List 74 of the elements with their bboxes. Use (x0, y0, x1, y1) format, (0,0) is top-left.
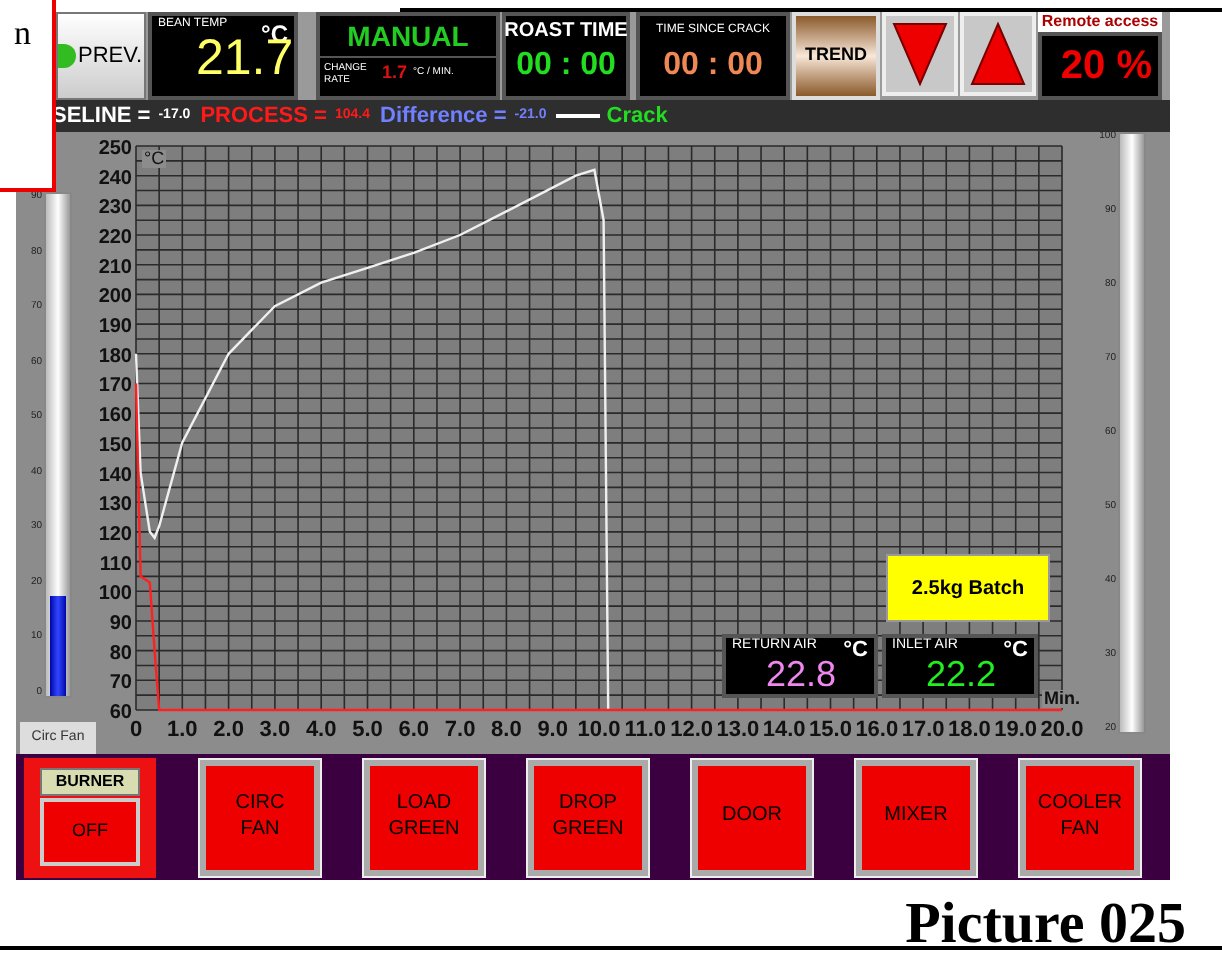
y-tick-label: 80 (109, 642, 132, 665)
burner-label: BURNER (40, 768, 140, 796)
y-tick-label: 90 (109, 612, 132, 635)
legend-label: PROCESS = (200, 101, 327, 132)
x-tick-label: 9.0 (537, 718, 568, 742)
batch-label: 2.5kg Batch (886, 554, 1050, 622)
x-tick-label: 14.0 (762, 718, 806, 742)
control-button[interactable]: MIXER (856, 759, 976, 875)
y-unit-label: °C (142, 150, 167, 168)
y-tick-label: 250 (98, 138, 132, 160)
decrease-button[interactable] (882, 12, 958, 96)
x-unit-label: Min. (1042, 690, 1082, 708)
trend-button[interactable]: TREND (792, 12, 880, 100)
y-tick-label: 220 (98, 227, 132, 250)
x-tick-label: 18.0 (948, 718, 991, 742)
x-tick-label: 16.0 (855, 718, 899, 742)
y-tick-label: 240 (98, 167, 132, 190)
x-tick-label: 6.0 (398, 718, 430, 742)
x-tick-label: 13.0 (716, 718, 760, 742)
x-tick-label: 7.0 (444, 718, 476, 742)
readout-unit: °C (1003, 638, 1028, 666)
y-tick-label: 210 (98, 256, 132, 279)
control-button[interactable]: DOOR (692, 759, 812, 875)
y-tick-label: 110 (99, 553, 132, 576)
readout-unit: °C (843, 638, 868, 666)
prev-button[interactable]: PREV. (56, 12, 146, 100)
y-tick-label: 170 (98, 375, 132, 398)
y-tick-label: 70 (109, 672, 132, 695)
crack-time-value: 00 : 00 (663, 46, 763, 86)
readout-value: 22.8 (766, 656, 837, 692)
x-tick-label: 20.0 (1040, 718, 1084, 742)
x-tick-label: 8.0 (491, 718, 522, 742)
y-tick-label: 130 (98, 494, 132, 517)
x-tick-label: 5.0 (352, 718, 383, 742)
y-tick-label: 230 (98, 197, 132, 220)
x-tick-label: 0 (129, 718, 143, 742)
remote-access-label: Remote access (1039, 12, 1161, 32)
y-tick-label: 140 (98, 464, 132, 487)
x-tick-label: 4.0 (305, 718, 337, 742)
legend-label: Crack (606, 101, 668, 132)
legend-label: SELINE = (52, 101, 151, 132)
y-tick-label: 100 (98, 583, 132, 606)
y-tick-label: 190 (98, 316, 132, 339)
figure-caption: Picture 025 (905, 890, 1186, 954)
y-tick-label: 60 (109, 702, 132, 724)
remote-access-value: 20 % (1060, 46, 1152, 86)
mode-label: MANUAL (320, 16, 496, 58)
legend-line-icon (556, 114, 601, 118)
y-tick-label: 180 (98, 345, 132, 368)
legend-label: Difference = (380, 101, 507, 132)
x-tick-label: 1.0 (167, 718, 198, 742)
note-text: n (14, 12, 31, 56)
panel-label: ROAST TIME (504, 18, 628, 46)
x-tick-label: 2.0 (213, 718, 244, 742)
control-button[interactable]: COOLER FAN (1020, 759, 1140, 875)
x-tick-label: 3.0 (259, 718, 291, 742)
roast-time-value: 00 : 00 (516, 46, 616, 86)
x-tick-label: 17.0 (901, 718, 945, 742)
burner-off-button[interactable]: OFF (40, 798, 140, 866)
y-tick-label: 200 (98, 286, 132, 309)
readout-value: 22.2 (926, 656, 997, 692)
control-button[interactable]: DROP GREEN (528, 759, 648, 875)
control-button[interactable]: LOAD GREEN (364, 759, 484, 875)
x-tick-label: 15.0 (809, 718, 852, 742)
y-tick-label: 150 (98, 434, 132, 457)
x-tick-label: 12.0 (670, 718, 713, 742)
x-tick-label: 11.0 (624, 718, 667, 742)
increase-button[interactable] (960, 12, 1036, 96)
control-button[interactable]: CIRC FAN (200, 759, 320, 875)
change-rate-value: 1.7 (382, 60, 408, 86)
y-tick-label: 160 (98, 405, 132, 428)
y-tick-label: 120 (98, 523, 132, 546)
x-tick-label: 19.0 (994, 718, 1038, 742)
x-tick-label: 10.0 (577, 718, 621, 742)
